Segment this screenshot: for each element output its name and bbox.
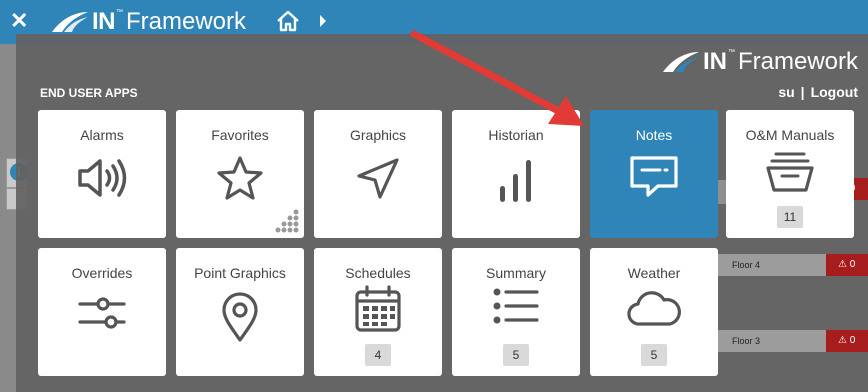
note-icon: [630, 156, 678, 197]
username-link[interactable]: su: [778, 84, 794, 100]
tile-summary[interactable]: Summary 5: [452, 248, 580, 376]
calendar-icon: [355, 285, 401, 332]
panel-logo: IN ™ Framework: [661, 48, 858, 76]
logo-trademark: ™: [116, 8, 123, 16]
tile-label: Alarms: [80, 127, 124, 143]
logo-framework-text: Framework: [737, 48, 858, 75]
navigation-arrow-icon: [357, 158, 399, 199]
tile-count-badge: 5: [503, 344, 529, 366]
tile-om-manuals[interactable]: O&M Manuals 11: [726, 110, 854, 238]
tile-label: Summary: [486, 265, 546, 281]
logo-in-text: IN: [92, 8, 116, 35]
logo-swoosh-icon: [662, 52, 699, 72]
cloud-icon: [627, 291, 681, 326]
tile-count-badge: 5: [641, 344, 667, 366]
tile-count-badge: 11: [777, 206, 803, 228]
tile-overrides[interactable]: Overrides: [38, 248, 166, 376]
logo-framework-text: Framework: [126, 8, 247, 35]
home-icon[interactable]: [276, 10, 300, 32]
star-icon: [217, 156, 263, 200]
close-icon[interactable]: ✕: [10, 8, 28, 34]
speaker-icon: [78, 159, 127, 197]
tile-label: Notes: [635, 127, 673, 143]
floor-row: Floor 4: [716, 254, 826, 276]
tile-label: O&M Manuals: [745, 127, 835, 143]
apps-overlay: IN ™ Framework END USER APPS su | Logout ⚠…: [16, 34, 868, 392]
tile-weather[interactable]: Weather 5: [590, 248, 718, 376]
inbox-tray-icon: [766, 152, 814, 192]
section-title: END USER APPS: [40, 86, 138, 100]
logo-in-text: IN: [702, 48, 727, 75]
tile-label: Graphics: [349, 127, 407, 143]
alarm-count: ⚠ 0: [826, 330, 868, 352]
bar-chart-icon: [500, 160, 531, 202]
tile-schedules[interactable]: Schedules 4: [314, 248, 442, 376]
logo-trademark: ™: [727, 48, 735, 56]
tile-label: Weather: [627, 265, 681, 281]
sliders-icon: [78, 297, 126, 329]
tile-favorites[interactable]: Favorites: [176, 110, 304, 238]
tile-historian[interactable]: Historian: [452, 110, 580, 238]
tile-graphics[interactable]: Graphics: [314, 110, 442, 238]
map-pin-icon: [222, 292, 258, 342]
user-links: su | Logout: [778, 84, 858, 100]
separator: |: [800, 84, 805, 100]
logout-link[interactable]: Logout: [811, 84, 858, 100]
tile-label: Historian: [488, 127, 544, 143]
floor-row: Floor 3: [716, 330, 826, 352]
tile-label: Favorites: [211, 127, 269, 143]
tile-label: Schedules: [345, 265, 411, 281]
tile-alarms[interactable]: Alarms: [38, 110, 166, 238]
logo-swoosh-icon: [52, 12, 88, 32]
tile-count-badge: 4: [365, 344, 391, 366]
resize-dots-icon: [275, 209, 299, 233]
tile-label: Point Graphics: [194, 265, 286, 281]
tile-label: Overrides: [71, 265, 133, 281]
chevron-right-icon: [320, 15, 326, 27]
tile-point-graphics[interactable]: Point Graphics: [176, 248, 304, 376]
tile-notes[interactable]: Notes: [590, 110, 718, 238]
alarm-count: ⚠ 0: [826, 254, 868, 276]
list-icon: [493, 288, 539, 324]
